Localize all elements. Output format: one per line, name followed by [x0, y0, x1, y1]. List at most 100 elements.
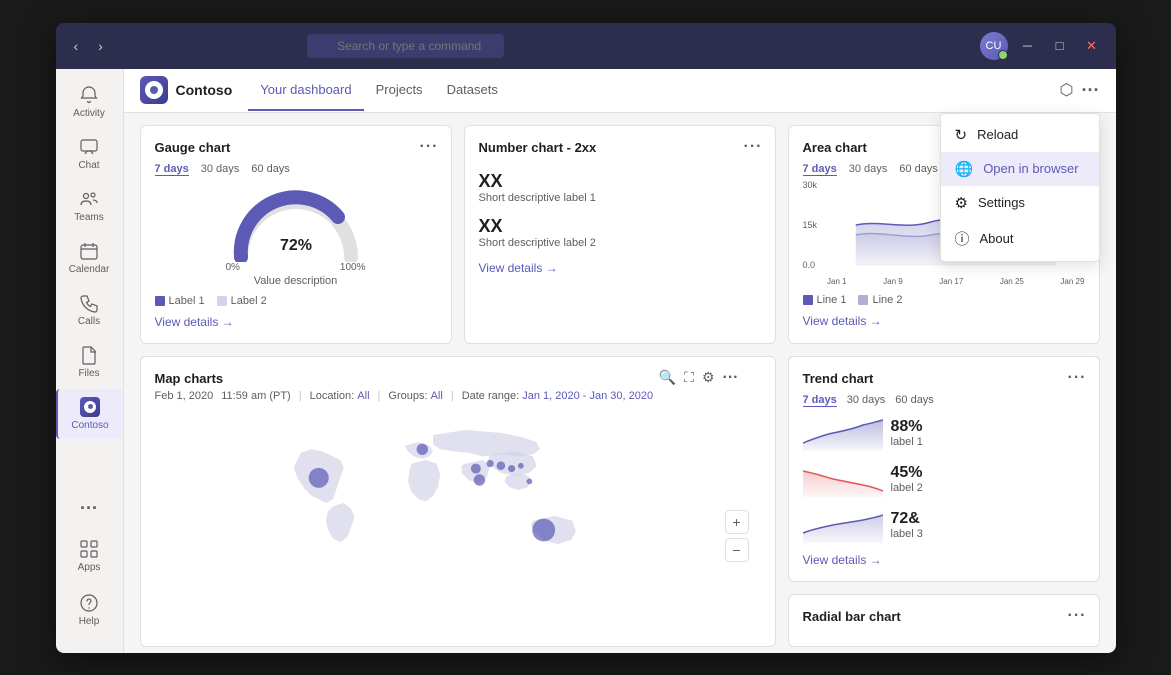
trend-item-3: 72& label 3 [803, 507, 1085, 543]
number-view-details[interactable]: View details → [479, 261, 761, 275]
apps-icon [79, 539, 99, 559]
area-tab-7days[interactable]: 7 days [803, 163, 837, 176]
map-expand-icon[interactable]: ⛶ [684, 369, 694, 387]
area-legend-2: Line 2 [858, 294, 902, 306]
map-zoom-controls: + − [725, 510, 749, 562]
search-input[interactable] [307, 34, 504, 58]
avatar[interactable]: CU [980, 32, 1008, 60]
number-val-1: XX [479, 171, 761, 192]
trend-mini-svg-2 [803, 461, 883, 497]
nav-forward-button[interactable]: › [92, 36, 109, 56]
ctx-open-browser[interactable]: 🌐 Open in browser [941, 152, 1099, 186]
file-icon [79, 345, 99, 365]
sidebar-item-label: Help [79, 616, 100, 627]
sidebar-item-teams[interactable]: Teams [56, 181, 123, 231]
gauge-tab-60days[interactable]: 60 days [251, 163, 290, 176]
trend-lbl-3: label 3 [891, 528, 923, 540]
app-window: ‹ › 🔍 CU ─ □ ✕ Activity [56, 23, 1116, 653]
calendar-icon [79, 241, 99, 261]
sidebar-item-more[interactable]: ··· [74, 490, 105, 527]
sidebar-item-apps[interactable]: Apps [74, 531, 105, 581]
map-zoom-out[interactable]: − [725, 538, 749, 562]
trend-view-details[interactable]: View details → [803, 553, 1085, 567]
nav-back-button[interactable]: ‹ [68, 36, 85, 56]
tab-dashboard[interactable]: Your dashboard [248, 70, 363, 111]
area-tab-60days[interactable]: 60 days [899, 163, 938, 176]
sidebar-item-label: Calls [78, 316, 100, 327]
radial-chart-title: Radial bar chart [803, 609, 1085, 624]
tab-projects[interactable]: Projects [364, 70, 435, 111]
trend-lbl-2: label 2 [891, 482, 923, 494]
sidebar-item-calendar[interactable]: Calendar [56, 233, 123, 283]
y-axis-labels: 30k 15k 0.0 [803, 180, 822, 270]
contoso-app-icon [80, 397, 100, 417]
gauge-chart-menu[interactable]: ··· [420, 138, 439, 156]
area-view-details[interactable]: View details → [803, 314, 1085, 328]
trend-tab-30days[interactable]: 30 days [847, 394, 886, 407]
close-button[interactable]: ✕ [1080, 34, 1104, 58]
map-zoom-in[interactable]: + [725, 510, 749, 534]
trend-val-container-2: 45% label 2 [891, 464, 923, 494]
sidebar-item-contoso[interactable]: Contoso [56, 389, 123, 439]
teams-icon [79, 189, 99, 209]
number-label-2: Short descriptive label 2 [479, 237, 761, 249]
app-name: Contoso [176, 82, 233, 98]
sidebar-item-chat[interactable]: Chat [56, 129, 123, 179]
gauge-legend: Label 1 Label 2 [155, 295, 437, 307]
map-settings-icon[interactable]: ⚙ [702, 369, 715, 387]
sidebar-item-label: Calendar [69, 264, 110, 275]
gauge-view-details[interactable]: View details → [155, 315, 437, 329]
ctx-reload[interactable]: ↻ Reload [941, 118, 1099, 152]
sidebar-item-activity[interactable]: Activity [56, 77, 123, 127]
legend-item-2: Label 2 [217, 295, 267, 307]
area-legend: Line 1 Line 2 [803, 294, 1085, 306]
area-tab-30days[interactable]: 30 days [849, 163, 888, 176]
browser-icon: 🌐 [955, 160, 974, 178]
tabbar: Contoso Your dashboard Projects Datasets… [124, 69, 1116, 113]
minimize-button[interactable]: ─ [1016, 34, 1040, 58]
trend-mini-svg-1 [803, 415, 883, 451]
x-axis-labels: Jan 1 Jan 9 Jan 17 Jan 25 Jan 29 [827, 277, 1084, 286]
number-item-2: XX Short descriptive label 2 [479, 216, 761, 249]
phone-icon [79, 293, 99, 313]
sidebar-item-files[interactable]: Files [56, 337, 123, 387]
trend-val-2: 45% [891, 464, 923, 482]
sidebar-item-label: Files [78, 368, 99, 379]
area-legend-dot-2 [858, 295, 868, 305]
open-external-icon[interactable]: ⬡ [1060, 80, 1074, 100]
trend-item-1: 88% label 1 [803, 415, 1085, 451]
trend-val-container-3: 72& label 3 [891, 510, 923, 540]
contoso-tab-icon [140, 76, 168, 104]
trend-tab-60days[interactable]: 60 days [895, 394, 934, 407]
gauge-tab-30days[interactable]: 30 days [201, 163, 240, 176]
map-tools: 🔍 ⛶ ⚙ ··· [659, 369, 739, 387]
gauge-tab-7days[interactable]: 7 days [155, 163, 189, 176]
trend-val-1: 88% [891, 418, 923, 436]
number-chart-title: Number chart - 2xx [479, 140, 761, 155]
gauge-tabs: 7 days 30 days 60 days [155, 163, 437, 176]
legend-item-1: Label 1 [155, 295, 205, 307]
map-meta: Feb 1, 2020 11:59 am (PT) | Location: Al… [155, 390, 761, 402]
map-more-icon[interactable]: ··· [723, 369, 739, 387]
restore-button[interactable]: □ [1048, 34, 1072, 58]
number-items: XX Short descriptive label 1 XX Short de… [479, 171, 761, 249]
sidebar-item-help[interactable]: Help [74, 585, 105, 635]
sidebar-item-label: Contoso [71, 420, 108, 431]
trend-chart-menu[interactable]: ··· [1068, 369, 1087, 387]
trend-tab-7days[interactable]: 7 days [803, 394, 837, 407]
ctx-about[interactable]: ⓘ About [941, 220, 1099, 257]
radial-chart-menu[interactable]: ··· [1068, 607, 1087, 625]
sidebar-item-calls[interactable]: Calls [56, 285, 123, 335]
map-svg-container: + − [155, 410, 761, 610]
tab-datasets[interactable]: Datasets [435, 70, 510, 111]
bell-icon [79, 85, 99, 105]
number-chart-menu[interactable]: ··· [744, 138, 763, 156]
legend-dot-2 [217, 296, 227, 306]
sidebar-item-label: Activity [73, 108, 105, 119]
ctx-settings[interactable]: ⚙ Settings [941, 186, 1099, 220]
map-search-icon[interactable]: 🔍 [659, 369, 676, 387]
trend-val-3: 72& [891, 510, 923, 528]
chat-icon [79, 137, 99, 157]
more-options-button[interactable]: ··· [1082, 80, 1100, 101]
search-wrapper: 🔍 [307, 34, 607, 58]
